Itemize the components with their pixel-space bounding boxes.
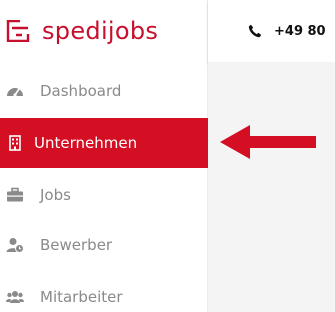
sidebar-item-bewerber[interactable]: Bewerber [0,220,208,270]
topbar: +49 80 [208,0,335,62]
spedijobs-logo-icon [6,20,30,42]
sidebar-item-label: Jobs [40,186,71,204]
user-clock-icon [6,238,24,253]
sidebar: spedijobs Dashboard Unternehmen Jobs Bew… [0,0,208,312]
main-content [208,62,335,312]
phone-icon [248,24,262,38]
dashboard-gauge-icon [7,88,23,97]
sidebar-item-unternehmen[interactable]: Unternehmen [0,118,208,168]
sidebar-item-label: Bewerber [40,236,113,254]
sidebar-item-label: Dashboard [40,82,122,100]
sidebar-item-jobs[interactable]: Jobs [0,170,208,220]
brand-name: spedijobs [42,17,159,45]
sidebar-item-label: Mitarbeiter [40,288,123,306]
phone-number[interactable]: +49 80 [274,24,326,39]
sidebar-item-dashboard[interactable]: Dashboard [0,66,208,116]
sidebar-item-label: Unternehmen [34,134,138,152]
building-icon [9,135,21,151]
red-arrow-left-icon [220,125,316,159]
sidebar-item-mitarbeiter[interactable]: Mitarbeiter [0,272,208,312]
users-icon [6,291,24,303]
brand-logo[interactable]: spedijobs [0,0,208,62]
briefcase-icon [7,187,23,202]
